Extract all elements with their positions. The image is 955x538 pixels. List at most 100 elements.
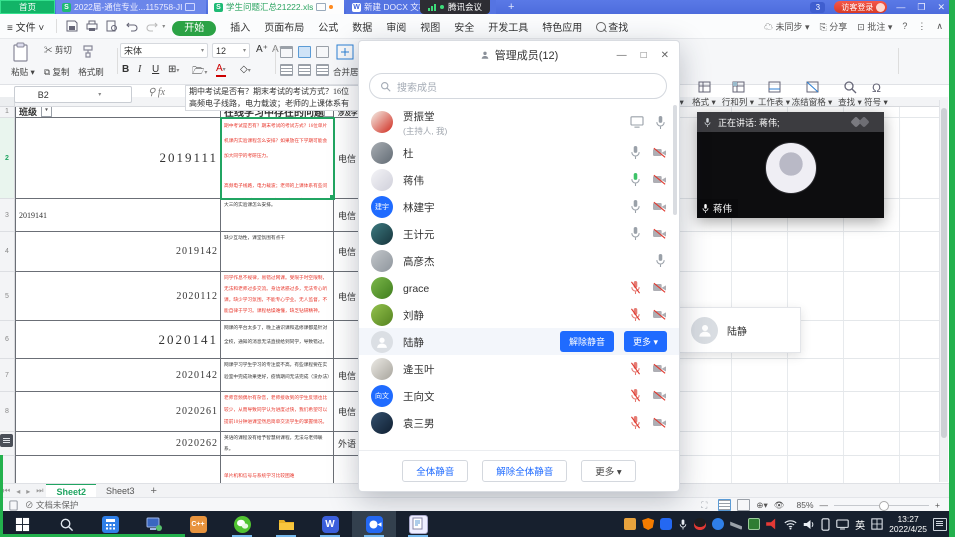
row-number[interactable]: 7 (0, 359, 15, 392)
font-size-select[interactable]: 12▾ (212, 43, 250, 58)
print-preview-icon[interactable] (106, 20, 118, 32)
format-painter-label[interactable]: 格式刷 (74, 66, 108, 78)
tab-start[interactable]: 开始 (172, 21, 216, 36)
prev-sheet-icon[interactable]: ◂ (16, 487, 20, 496)
highlight-icon[interactable]: ◇▾ (240, 64, 251, 75)
volume-icon[interactable] (803, 519, 815, 530)
row-number[interactable]: 4 (0, 232, 15, 272)
screen-share-icon[interactable] (630, 116, 644, 128)
cell-class[interactable]: 2020112 (15, 272, 221, 321)
cell-class[interactable]: 2020141 (15, 321, 221, 359)
redo-icon[interactable] (146, 20, 158, 32)
cell-name-box[interactable]: B2▾ (14, 86, 132, 103)
cell-class[interactable] (15, 456, 221, 484)
undo-icon[interactable] (126, 20, 138, 32)
cell-problem[interactable]: 期中考试是否有？期末考试的考试方式？16位单片机课内实验课程怎么安排？如果放在下… (221, 118, 334, 199)
mic-muted-icon[interactable] (629, 361, 642, 376)
add-sheet-button[interactable]: + (150, 485, 156, 497)
row-number[interactable]: 2 (0, 118, 15, 199)
ribbon-符号[interactable]: Ω 符号 ▾ (856, 80, 896, 108)
taskbar-clock[interactable]: 13:272022/4/25 (889, 514, 927, 534)
member-row[interactable]: 逄玉叶 (359, 355, 679, 382)
panel-more-button[interactable]: 更多 ▾ (581, 460, 635, 482)
tab-home[interactable]: 首页 (0, 0, 55, 14)
next-sheet-icon[interactable]: ▸ (26, 487, 30, 496)
member-row[interactable]: 杜 (359, 139, 679, 166)
zoom-out-button[interactable]: — (820, 500, 829, 510)
align-left-icon[interactable] (280, 64, 293, 76)
mic-icon[interactable] (629, 172, 642, 187)
scrollbar-thumb[interactable] (941, 108, 947, 438)
member-row[interactable]: 高彦杰 (359, 247, 679, 274)
menu-item-7[interactable]: 开发工具 (481, 19, 535, 34)
row-number[interactable]: 3 (0, 199, 15, 232)
menu-item-2[interactable]: 公式 (311, 19, 345, 34)
reader-mode-icon[interactable]: ⊕▾ (756, 500, 767, 511)
maximize-button[interactable]: ❐ (917, 2, 925, 13)
cast-icon[interactable] (836, 519, 849, 530)
ribbon-冻结窗格[interactable]: 冻结窗格 ▾ (792, 80, 832, 108)
menu-item-4[interactable]: 审阅 (379, 19, 413, 34)
cell-problem[interactable]: 网课的平台太多了，晚上通识课和选修课都是针对全校，通知的消息无法直接给到同学，导… (221, 321, 334, 359)
font-name-select[interactable]: 宋体▾ (120, 43, 208, 58)
align-top-icon[interactable] (280, 46, 293, 58)
copy-button[interactable]: ⧉ 复制 (44, 66, 69, 78)
more-icon[interactable]: ⋮ (917, 21, 926, 32)
paste-icon[interactable] (10, 42, 36, 64)
panel-maximize-button[interactable]: □ (641, 50, 647, 61)
cell-class[interactable]: 2019141 (15, 199, 221, 232)
help-icon[interactable]: ? (902, 21, 907, 31)
eye-protect-icon[interactable]: 👁 (774, 500, 785, 511)
row-number[interactable]: 5 (0, 272, 15, 321)
audio-alert-icon[interactable] (766, 518, 778, 530)
member-row[interactable]: 建宇林建宇 (359, 193, 679, 220)
wifi-icon[interactable] (784, 519, 797, 530)
member-row[interactable]: 刘静 (359, 301, 679, 328)
cell-class[interactable]: 2020142 (15, 359, 221, 392)
cell-class[interactable]: 2020261 (15, 392, 221, 432)
save-icon[interactable] (66, 20, 78, 32)
cell-class[interactable]: 2019111 (15, 118, 221, 199)
camera-off-icon[interactable] (652, 362, 667, 375)
taskbar-tencent-meeting[interactable] (352, 511, 396, 537)
fx-icon[interactable]: ⚲ fx (148, 87, 165, 98)
cell-problem[interactable]: 大三的实验课怎么安排。 (221, 199, 334, 232)
paste-label[interactable]: 粘贴 ▾ (6, 66, 40, 78)
panel-close-button[interactable]: ✕ (661, 50, 669, 61)
unmute-button[interactable]: 解除静音 (560, 331, 614, 352)
qq-icon[interactable] (694, 518, 706, 530)
usb-tray-icon[interactable] (624, 518, 636, 530)
taskbar-wps-office[interactable]: W (308, 511, 352, 537)
meeting-status-pill[interactable]: 腾讯会议 (420, 0, 490, 14)
mic-tray-icon[interactable] (678, 518, 688, 531)
mic-icon[interactable] (629, 199, 642, 214)
zoom-slider[interactable] (834, 505, 929, 506)
italic-button[interactable]: I (138, 64, 141, 75)
cell-class[interactable]: 2019142 (15, 232, 221, 272)
cell-problem[interactable]: 英语的课程没有给予智慧树课程，无法与老师联系。 (221, 432, 334, 456)
guest-login-button[interactable]: 访客登录 (834, 1, 887, 13)
find-menu[interactable]: 查找 (589, 19, 635, 34)
font-grow-icon[interactable]: A⁺ (256, 44, 268, 55)
close-button[interactable]: ✕ (937, 2, 945, 13)
zoom-level[interactable]: 85% (797, 500, 814, 510)
filter-icon[interactable]: ▾ (41, 106, 52, 117)
normal-view-icon[interactable] (718, 499, 731, 511)
cut-button[interactable]: ✂ 剪切 (44, 44, 72, 56)
camera-off-icon[interactable] (652, 281, 667, 294)
netdisk-icon[interactable] (712, 518, 724, 530)
ime-grid-icon[interactable] (871, 518, 883, 530)
taskbar-file-explorer[interactable] (264, 511, 308, 537)
cell-problem[interactable]: 网课学习学生学习的专注度不高，有些课程要在实验室中完成效果更好，疫情期间无法完成… (221, 359, 334, 392)
bold-button[interactable]: B (122, 64, 129, 75)
zoom-knob[interactable] (879, 501, 889, 511)
tab-document-1[interactable]: S 2022届-通信专业...115758-JIA (56, 0, 206, 14)
print-icon[interactable] (86, 20, 98, 32)
fullscreen-view-icon[interactable]: ⛶ (701, 500, 712, 510)
ribbon-工作表[interactable]: 工作表 ▾ (754, 80, 794, 108)
align-middle-icon[interactable] (298, 46, 311, 58)
zoom-in-button[interactable]: + (935, 500, 940, 510)
menu-item-8[interactable]: 特色应用 (535, 19, 589, 34)
member-row[interactable]: 陆静 解除静音更多 ▾ (359, 328, 679, 355)
underline-button[interactable]: U (152, 64, 159, 75)
